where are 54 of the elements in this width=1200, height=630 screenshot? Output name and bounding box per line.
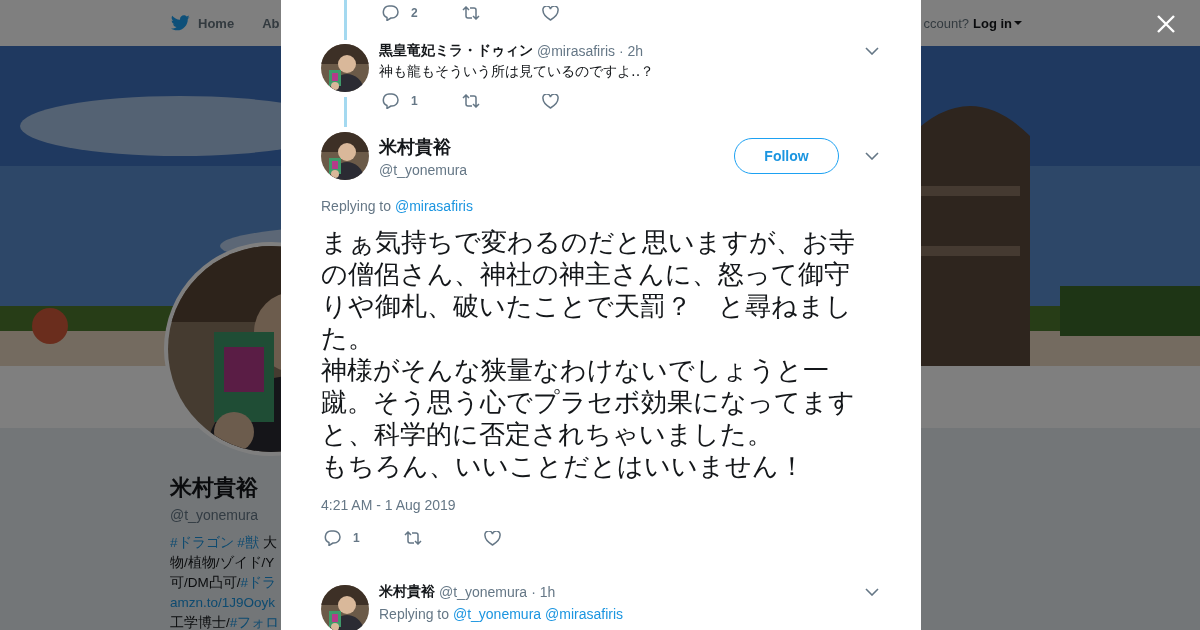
bio-text: 工学博士/ [170, 615, 230, 630]
bio-text: 可/DM凸可/ [170, 575, 241, 590]
reply-icon[interactable] [382, 5, 399, 21]
account-prompt: ccount? [923, 15, 969, 31]
user-handle[interactable]: @mirasafiris [537, 43, 615, 59]
bio-link[interactable]: #フォロ [229, 615, 280, 630]
bird-icon [171, 15, 190, 31]
reply-count: 1 [353, 531, 360, 545]
user-handle[interactable]: @t_yonemura [379, 161, 724, 178]
replying-to: Replying to @mirasafiris [321, 198, 474, 214]
user-handle[interactable]: @t_yonemura [439, 584, 528, 600]
tweet-text: 神も龍もそういう所は見ているのですよ‥？ [379, 63, 656, 81]
caret-icon[interactable] [865, 47, 879, 55]
mention-link[interactable]: @mirasafiris [545, 606, 624, 622]
bio-text: 大 [262, 535, 277, 550]
user-name[interactable]: 黒皇竜妃ミラ・ドゥィン [379, 42, 533, 60]
thread-line [343, 97, 347, 127]
tweet-timestamp: 4:21 AM - 1 Aug 2019 [321, 497, 457, 513]
close-icon[interactable] [1157, 15, 1175, 33]
reply-icon[interactable] [382, 93, 399, 109]
like-icon[interactable] [542, 5, 559, 21]
login-link[interactable]: Log in [973, 15, 1022, 31]
replying-to: Replying to @t_yonemura @mirasafiris [379, 606, 625, 622]
profile-handle: @t_yonemura [170, 507, 259, 523]
tweet-time[interactable]: · 2h [619, 43, 644, 59]
thread-line [343, 0, 347, 40]
retweet-icon[interactable] [404, 531, 422, 545]
caret-icon[interactable] [865, 588, 879, 596]
bio-text: 物/植物/ゾイド/Y [170, 555, 275, 570]
bio-link[interactable]: #獣 [237, 535, 263, 550]
retweet-icon[interactable] [462, 6, 480, 20]
like-icon[interactable] [484, 530, 501, 546]
bio-link[interactable]: amzn.to/1J9Ooyk [170, 595, 276, 610]
profile-name: 米村貴裕 [170, 474, 258, 502]
caret-icon[interactable] [865, 152, 879, 160]
tweet-text: まぁ気持ちで変わるのだと思いますが、お寺 の僧侶さん、神社の神主さんに、怒って御守 りや御札、破いたことで天罰？ と尋ねまし た。 神様がそんな狭量なわけないでしょうと一 蹴。そう思う心でプラセボ効果になってます と、科学的に否定されちゃいました。 もちろん、いいことだとはいいません！ [321, 226, 855, 482]
nav-link[interactable]: Ab [262, 15, 280, 31]
mention-link[interactable]: @t_yonemura [452, 606, 542, 622]
user-name[interactable]: 米村貴裕 [379, 583, 435, 601]
reply-icon[interactable] [324, 530, 341, 546]
avatar[interactable] [321, 585, 369, 630]
tweet-time[interactable]: · 1h [531, 584, 556, 600]
avatar[interactable] [321, 132, 369, 180]
nav-link[interactable]: Home [171, 15, 235, 31]
reply-count: 2 [411, 6, 418, 20]
reply-count: 1 [411, 94, 418, 108]
bio-link[interactable]: #ドラゴン [170, 535, 238, 550]
retweet-icon[interactable] [462, 94, 480, 108]
follow-button[interactable]: Follow [734, 138, 839, 174]
user-name[interactable]: 米村貴裕 [379, 134, 724, 159]
mention-link[interactable]: @mirasafiris [394, 198, 473, 214]
bio-link[interactable]: #ドラ [240, 575, 276, 590]
like-icon[interactable] [542, 93, 559, 109]
avatar[interactable] [321, 44, 369, 92]
